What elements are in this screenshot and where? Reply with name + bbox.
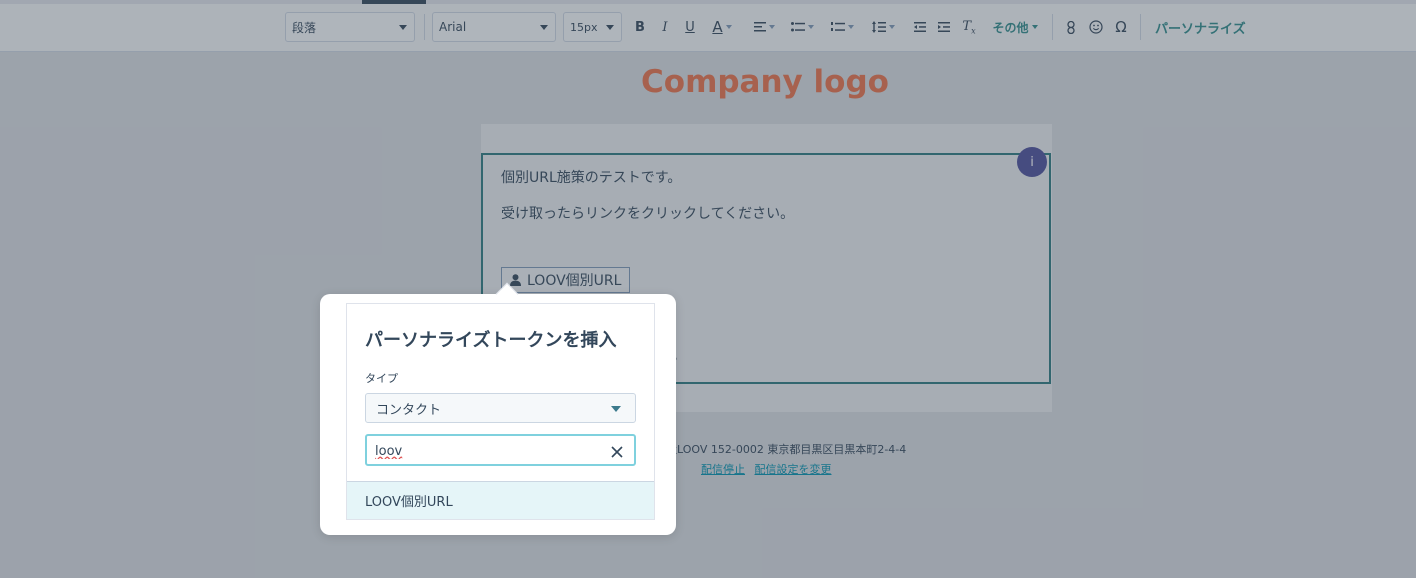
type-select[interactable]: コンタクト: [365, 393, 636, 423]
token-search-input[interactable]: [375, 440, 595, 462]
token-result-item[interactable]: LOOV個別URL: [347, 481, 654, 519]
modal-backdrop: [0, 0, 1416, 578]
type-select-value: コンタクト: [376, 402, 442, 418]
insert-token-popover: パーソナライズトークンを挿入 タイプ コンタクト LOOV個別URL: [346, 303, 655, 520]
popover-title: パーソナライズトークンを挿入: [365, 330, 617, 351]
token-search-field: [365, 434, 636, 466]
type-label: タイプ: [365, 372, 398, 385]
chevron-down-icon: [611, 406, 621, 412]
close-icon[interactable]: [610, 444, 624, 458]
